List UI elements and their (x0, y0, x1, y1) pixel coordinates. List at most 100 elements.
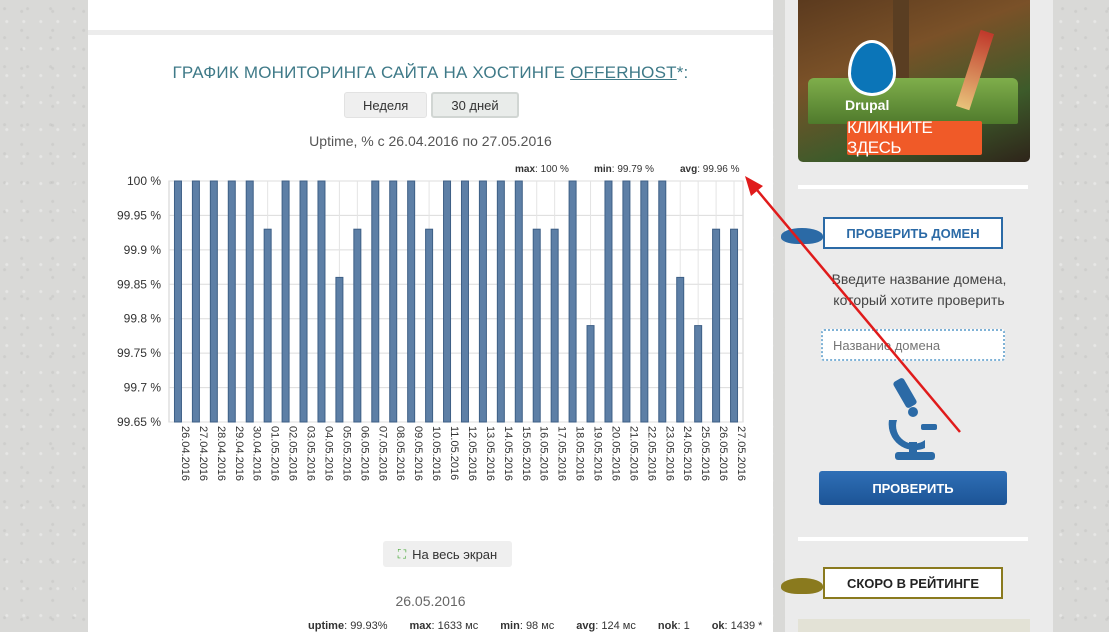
check-domain-description: Введите название домена, который хотите … (785, 269, 1053, 311)
uptime-bar-chart: 100 % 99.95 % 99.9 % 99.85 % 99.8 % 99.75 % 99… (117, 164, 747, 481)
x-tick-label: 06.05.2016 (358, 426, 370, 481)
x-tick-label: 24.05.2016 (681, 426, 693, 481)
bar (658, 180, 667, 423)
title-text: ГРАФИК МОНИТОРИНГА САЙТА НА ХОСТИНГЕ (172, 63, 566, 82)
banner-cta-button[interactable]: КЛИКНИТЕ ЗДЕСЬ (847, 118, 982, 157)
day-stats: uptime: 99.93% max: 1633 мс min: 98 мс a… (308, 620, 762, 632)
y-tick-label: 99.8 % (124, 312, 162, 326)
x-tick-label: 04.05.2016 (322, 426, 334, 481)
stat-max: max: 1633 мс (409, 620, 479, 632)
x-tick-label: 05.05.2016 (340, 426, 352, 481)
bar (425, 228, 434, 423)
expand-icon: ⛶ (397, 546, 407, 561)
ribbon-tail-olive-icon (781, 578, 823, 594)
x-tick-label: 21.05.2016 (627, 426, 639, 481)
check-button[interactable]: ПРОВЕРИТЬ (819, 471, 1007, 505)
y-tick-label: 99.95 % (117, 208, 161, 222)
x-tick-label: 27.05.2016 (735, 426, 747, 481)
sidebar-divider-2 (798, 537, 1028, 541)
x-tick-label: 19.05.2016 (592, 426, 604, 481)
x-tick-label: 13.05.2016 (484, 426, 496, 481)
bar (514, 180, 523, 423)
bar (389, 180, 398, 423)
bar (712, 228, 721, 423)
bar (317, 180, 326, 423)
bar (496, 180, 505, 423)
x-tick-label: 20.05.2016 (609, 426, 621, 481)
bar (281, 180, 290, 423)
plot-area (168, 180, 744, 423)
x-tick-label: 12.05.2016 (466, 426, 478, 481)
chart-title: Uptime, % с 26.04.2016 по 27.05.2016 (309, 133, 552, 149)
bar (622, 180, 631, 423)
bar (227, 180, 236, 423)
hosting-link[interactable]: OFFERHOST (570, 63, 677, 82)
y-tick-label: 99.7 % (124, 381, 162, 395)
bar (694, 325, 703, 423)
check-domain-heading: ПРОВЕРИТЬ ДОМЕН (823, 217, 1003, 249)
selected-date: 26.05.2016 (395, 593, 466, 609)
x-tick-label: 03.05.2016 (305, 426, 317, 481)
tab-week[interactable]: Неделя (344, 92, 428, 118)
microscope-icon (888, 378, 937, 460)
bar (191, 180, 200, 423)
x-tick-label: 10.05.2016 (430, 426, 442, 481)
x-tick-label: 23.05.2016 (663, 426, 675, 481)
bar (335, 276, 344, 423)
bar (586, 325, 595, 423)
x-tick-label: 30.04.2016 (251, 426, 263, 481)
stat-avg: avg: 124 мс (576, 620, 636, 632)
bar (676, 276, 685, 423)
x-tick-label: 29.04.2016 (233, 426, 245, 481)
x-tick-label: 25.05.2016 (699, 426, 711, 481)
x-tick-label: 18.05.2016 (574, 426, 586, 481)
period-tabs: Неделя 30 дней (344, 92, 519, 118)
x-tick-label: 14.05.2016 (502, 426, 514, 481)
fullscreen-label: На весь экран (412, 546, 498, 562)
chart-summary-max: max: 100 % (515, 164, 569, 175)
x-tick-label: 08.05.2016 (394, 426, 406, 481)
bar (263, 228, 272, 423)
chart-summary-avg: avg: 99.96 % (680, 164, 740, 175)
bar (407, 180, 416, 423)
x-tick-label: 26.05.2016 (717, 426, 729, 481)
x-tick-label: 07.05.2016 (376, 426, 388, 481)
bar (299, 180, 308, 423)
stat-uptime: uptime: 99.93% (308, 620, 388, 632)
x-tick-label: 27.04.2016 (197, 426, 209, 481)
bar (353, 228, 362, 423)
bar (173, 180, 182, 423)
stat-nok: nok: 1 (657, 620, 690, 632)
fullscreen-button[interactable]: ⛶ На весь экран (383, 541, 512, 567)
bar (478, 180, 487, 423)
title-suffix: *: (676, 63, 689, 82)
x-tick-label: 28.04.2016 (215, 426, 227, 481)
sidebar-divider (798, 185, 1028, 189)
drupal-banner[interactable]: Drupal КЛИКНИТЕ ЗДЕСЬ (798, 0, 1030, 162)
stat-ok: ok: 1439 * (711, 620, 763, 632)
bar (532, 228, 541, 423)
check-text-line-2: который хотите проверить (833, 292, 1005, 308)
y-tick-label: 99.9 % (124, 243, 162, 257)
x-tick-label: 02.05.2016 (287, 426, 299, 481)
y-tick-label: 99.85 % (117, 277, 161, 291)
bar (604, 180, 613, 423)
x-tick-label: 22.05.2016 (645, 426, 657, 481)
top-divider (88, 30, 773, 35)
y-tick-label: 100 % (127, 174, 161, 188)
bar (730, 228, 739, 423)
domain-input[interactable] (821, 329, 1005, 361)
chart-summary-min: min: 99.79 % (594, 164, 654, 175)
main-content: ГРАФИК МОНИТОРИНГА САЙТА НА ХОСТИНГЕ OFF… (88, 0, 773, 632)
bar (443, 180, 452, 423)
x-tick-label: 15.05.2016 (520, 426, 532, 481)
stat-min: min: 98 мс (500, 620, 555, 632)
bar (209, 180, 218, 423)
drupal-logo-icon (848, 40, 896, 96)
sidebar: Drupal КЛИКНИТЕ ЗДЕСЬ ПРОВЕРИТЬ ДОМЕН Вв… (773, 0, 1109, 632)
tab-30-days[interactable]: 30 дней (431, 92, 519, 118)
page-title: ГРАФИК МОНИТОРИНГА САЙТА НА ХОСТИНГЕ OFF… (88, 63, 773, 83)
x-tick-label: 17.05.2016 (556, 426, 568, 481)
bar (371, 180, 380, 423)
x-tick-label: 16.05.2016 (538, 426, 550, 481)
